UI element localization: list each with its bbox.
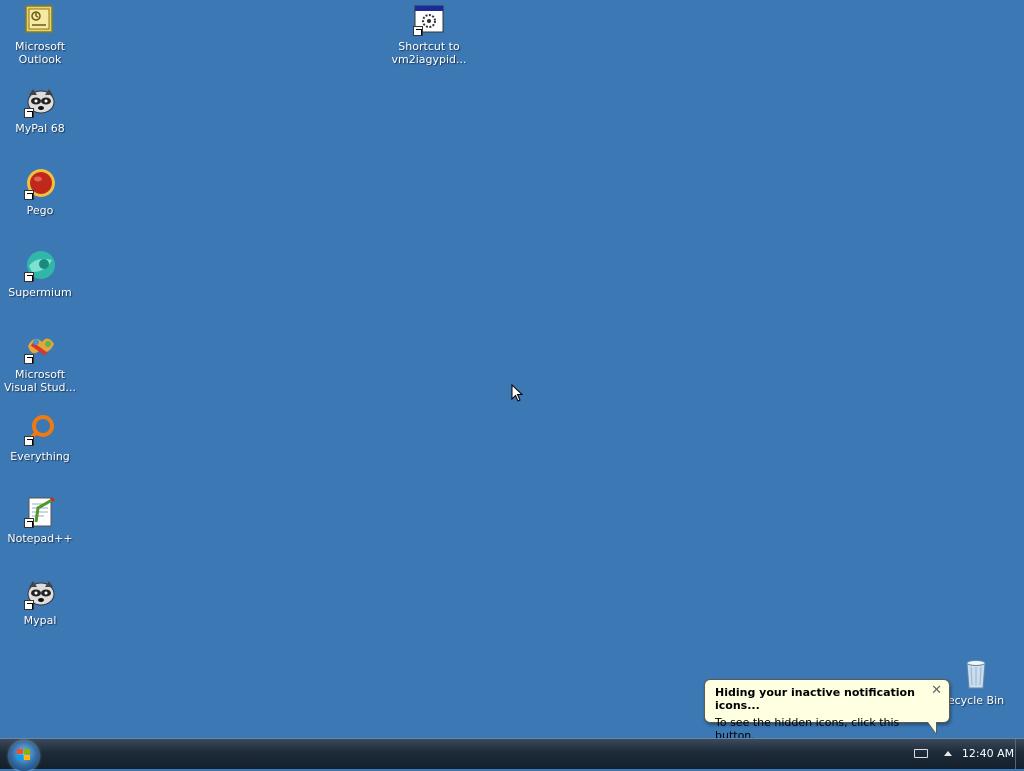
desktop-icon-microsoft-outlook[interactable]: Microsoft Outlook — [0, 4, 80, 66]
taskbar-clock[interactable]: 12:40 AM — [960, 747, 1016, 760]
desktop-icon-label: Microsoft Visual Stud... — [3, 368, 77, 394]
desktop-icon-mypal-68[interactable]: MyPal 68 — [0, 86, 80, 135]
desktop-icon-label: Microsoft Outlook — [14, 40, 66, 66]
shortcut-arrow-icon — [24, 600, 34, 610]
show-desktop-button[interactable] — [1015, 739, 1024, 769]
desktop-icon-label: MyPal 68 — [15, 122, 65, 135]
windows-logo-icon — [17, 749, 31, 761]
desktop-icon-supermium[interactable]: Supermium — [0, 250, 80, 299]
magnifier-icon — [24, 414, 56, 446]
shortcut-arrow-icon — [24, 272, 34, 282]
shortcut-arrow-icon — [24, 354, 34, 364]
desktop-icon-label: Pego — [26, 204, 54, 217]
outlook-icon — [24, 4, 56, 36]
raccoon-icon — [24, 86, 56, 118]
desktop-icon-label: Notepad++ — [7, 532, 73, 545]
shortcut-arrow-icon — [24, 190, 34, 200]
desktop-icon-label: Mypal — [23, 614, 57, 627]
supermium-icon — [24, 250, 56, 282]
recycle-bin-icon — [960, 658, 992, 690]
desktop-icon-label: Supermium — [8, 286, 72, 299]
shortcut-arrow-icon — [24, 518, 34, 528]
shortcut-arrow-icon — [413, 26, 423, 36]
balloon-tail-fill — [928, 722, 936, 733]
notification-balloon[interactable]: Hiding your inactive notification icons.… — [704, 679, 950, 742]
desktop-icon-shortcut-vm[interactable]: Shortcut to vm2iagypid... — [389, 4, 469, 66]
application-window-icon — [413, 4, 445, 36]
keyboard-icon[interactable] — [914, 749, 928, 758]
desktop-icon-label: Everything — [10, 450, 70, 463]
notepad-plus-plus-icon — [24, 496, 56, 528]
desktop-icon-label: Shortcut to vm2iagypid... — [391, 40, 467, 66]
shortcut-arrow-icon — [24, 108, 34, 118]
shortcut-arrow-icon — [24, 436, 34, 446]
start-button[interactable] — [9, 741, 39, 771]
taskbar: 12:40 AM — [0, 738, 1024, 771]
desktop-icon-microsoft-visual-studio[interactable]: Microsoft Visual Stud... — [0, 332, 80, 394]
show-hidden-icons-icon[interactable] — [944, 751, 952, 756]
desktop-icon-everything[interactable]: Everything — [0, 414, 80, 463]
desktop-icon-mypal[interactable]: Mypal — [0, 578, 80, 627]
close-icon[interactable]: ✕ — [931, 683, 942, 698]
mouse-cursor-icon — [511, 384, 523, 402]
visual-studio-icon — [24, 332, 56, 364]
raccoon-icon — [24, 578, 56, 610]
desktop[interactable]: Microsoft Outlook MyPal 68 Pego Supermiu… — [0, 0, 1024, 738]
pego-icon — [24, 168, 56, 200]
desktop-icon-notepad-plus-plus[interactable]: Notepad++ — [0, 496, 80, 545]
desktop-icon-pego[interactable]: Pego — [0, 168, 80, 217]
balloon-title: Hiding your inactive notification icons.… — [715, 686, 915, 712]
